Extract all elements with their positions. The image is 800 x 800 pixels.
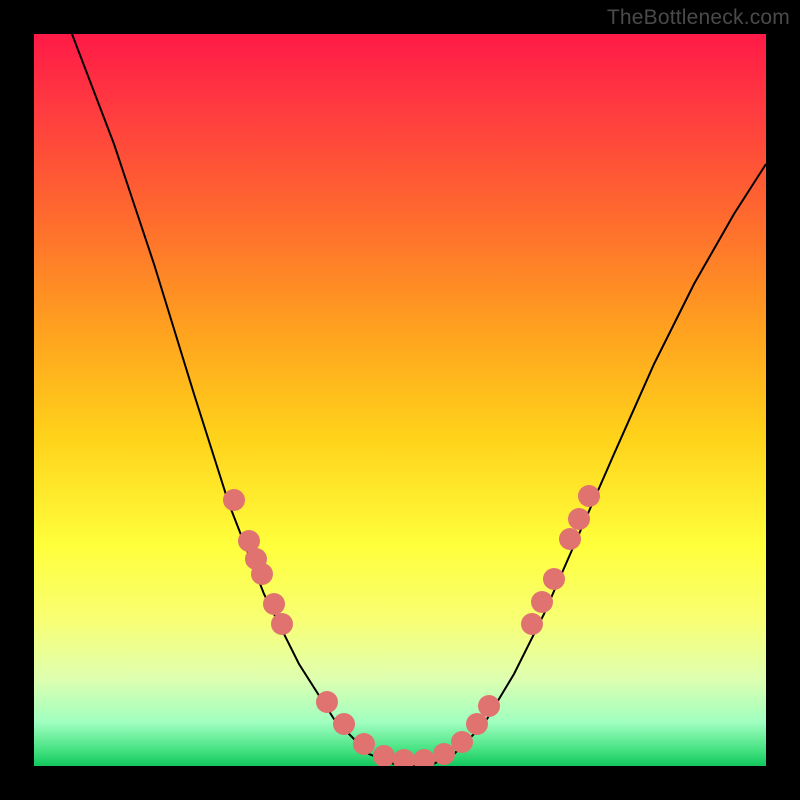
- curve-marker: [316, 691, 338, 713]
- curve-marker: [271, 613, 293, 635]
- chart-plot-area: [34, 34, 766, 766]
- curve-marker: [521, 613, 543, 635]
- curve-markers: [223, 485, 600, 766]
- curve-marker: [413, 749, 435, 766]
- bottleneck-curve: [72, 34, 766, 766]
- chart-frame: TheBottleneck.com: [0, 0, 800, 800]
- curve-marker: [466, 713, 488, 735]
- curve-marker: [531, 591, 553, 613]
- curve-marker: [373, 745, 395, 766]
- curve-marker: [251, 563, 273, 585]
- curve-marker: [451, 731, 473, 753]
- curve-marker: [223, 489, 245, 511]
- curve-marker: [478, 695, 500, 717]
- curve-marker: [559, 528, 581, 550]
- curve-marker: [263, 593, 285, 615]
- curve-marker: [543, 568, 565, 590]
- curve-marker: [578, 485, 600, 507]
- curve-marker: [353, 733, 375, 755]
- curve-marker: [333, 713, 355, 735]
- watermark-label: TheBottleneck.com: [607, 6, 790, 30]
- chart-svg: [34, 34, 766, 766]
- curve-marker: [568, 508, 590, 530]
- curve-marker: [433, 743, 455, 765]
- curve-marker: [393, 749, 415, 766]
